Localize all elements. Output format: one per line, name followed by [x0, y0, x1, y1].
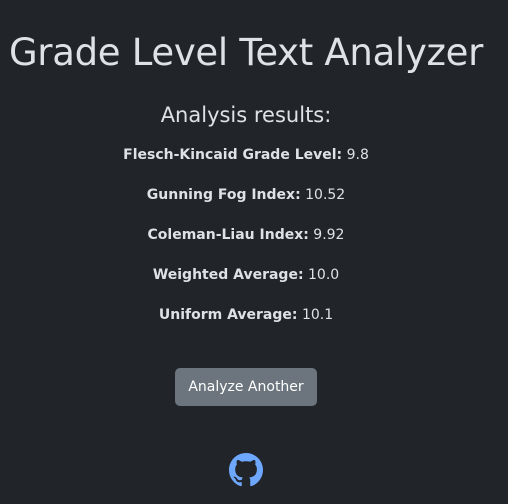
metric-value: 9.8 [346, 147, 369, 163]
metric-label: Flesch-Kincaid Grade Level: [123, 147, 343, 163]
metric-flesch-kincaid: Flesch-Kincaid Grade Level: 9.8 [0, 147, 492, 163]
metric-label: Uniform Average: [158, 307, 298, 323]
metric-uniform-average: Uniform Average: 10.1 [0, 307, 492, 323]
metric-value: 10.0 [308, 267, 340, 283]
metric-value: 10.1 [301, 307, 334, 323]
metric-coleman-liau: Coleman-Liau Index: 9.92 [0, 227, 492, 243]
analyze-another-button[interactable]: Analyze Another [175, 368, 317, 406]
results-heading: Analysis results: [160, 103, 332, 128]
metric-weighted-average: Weighted Average: 10.0 [0, 267, 492, 283]
metric-label: Weighted Average: [152, 267, 304, 283]
github-link[interactable] [229, 453, 263, 487]
metric-value: 10.52 [305, 187, 346, 203]
app-title: Grade Level Text Analyzer [8, 30, 484, 74]
metric-value: 9.92 [313, 227, 345, 243]
github-icon [229, 453, 263, 487]
metric-label: Gunning Fog Index: [146, 187, 301, 203]
metric-label: Coleman-Liau Index: [147, 227, 309, 243]
metric-gunning-fog: Gunning Fog Index: 10.52 [0, 187, 492, 203]
